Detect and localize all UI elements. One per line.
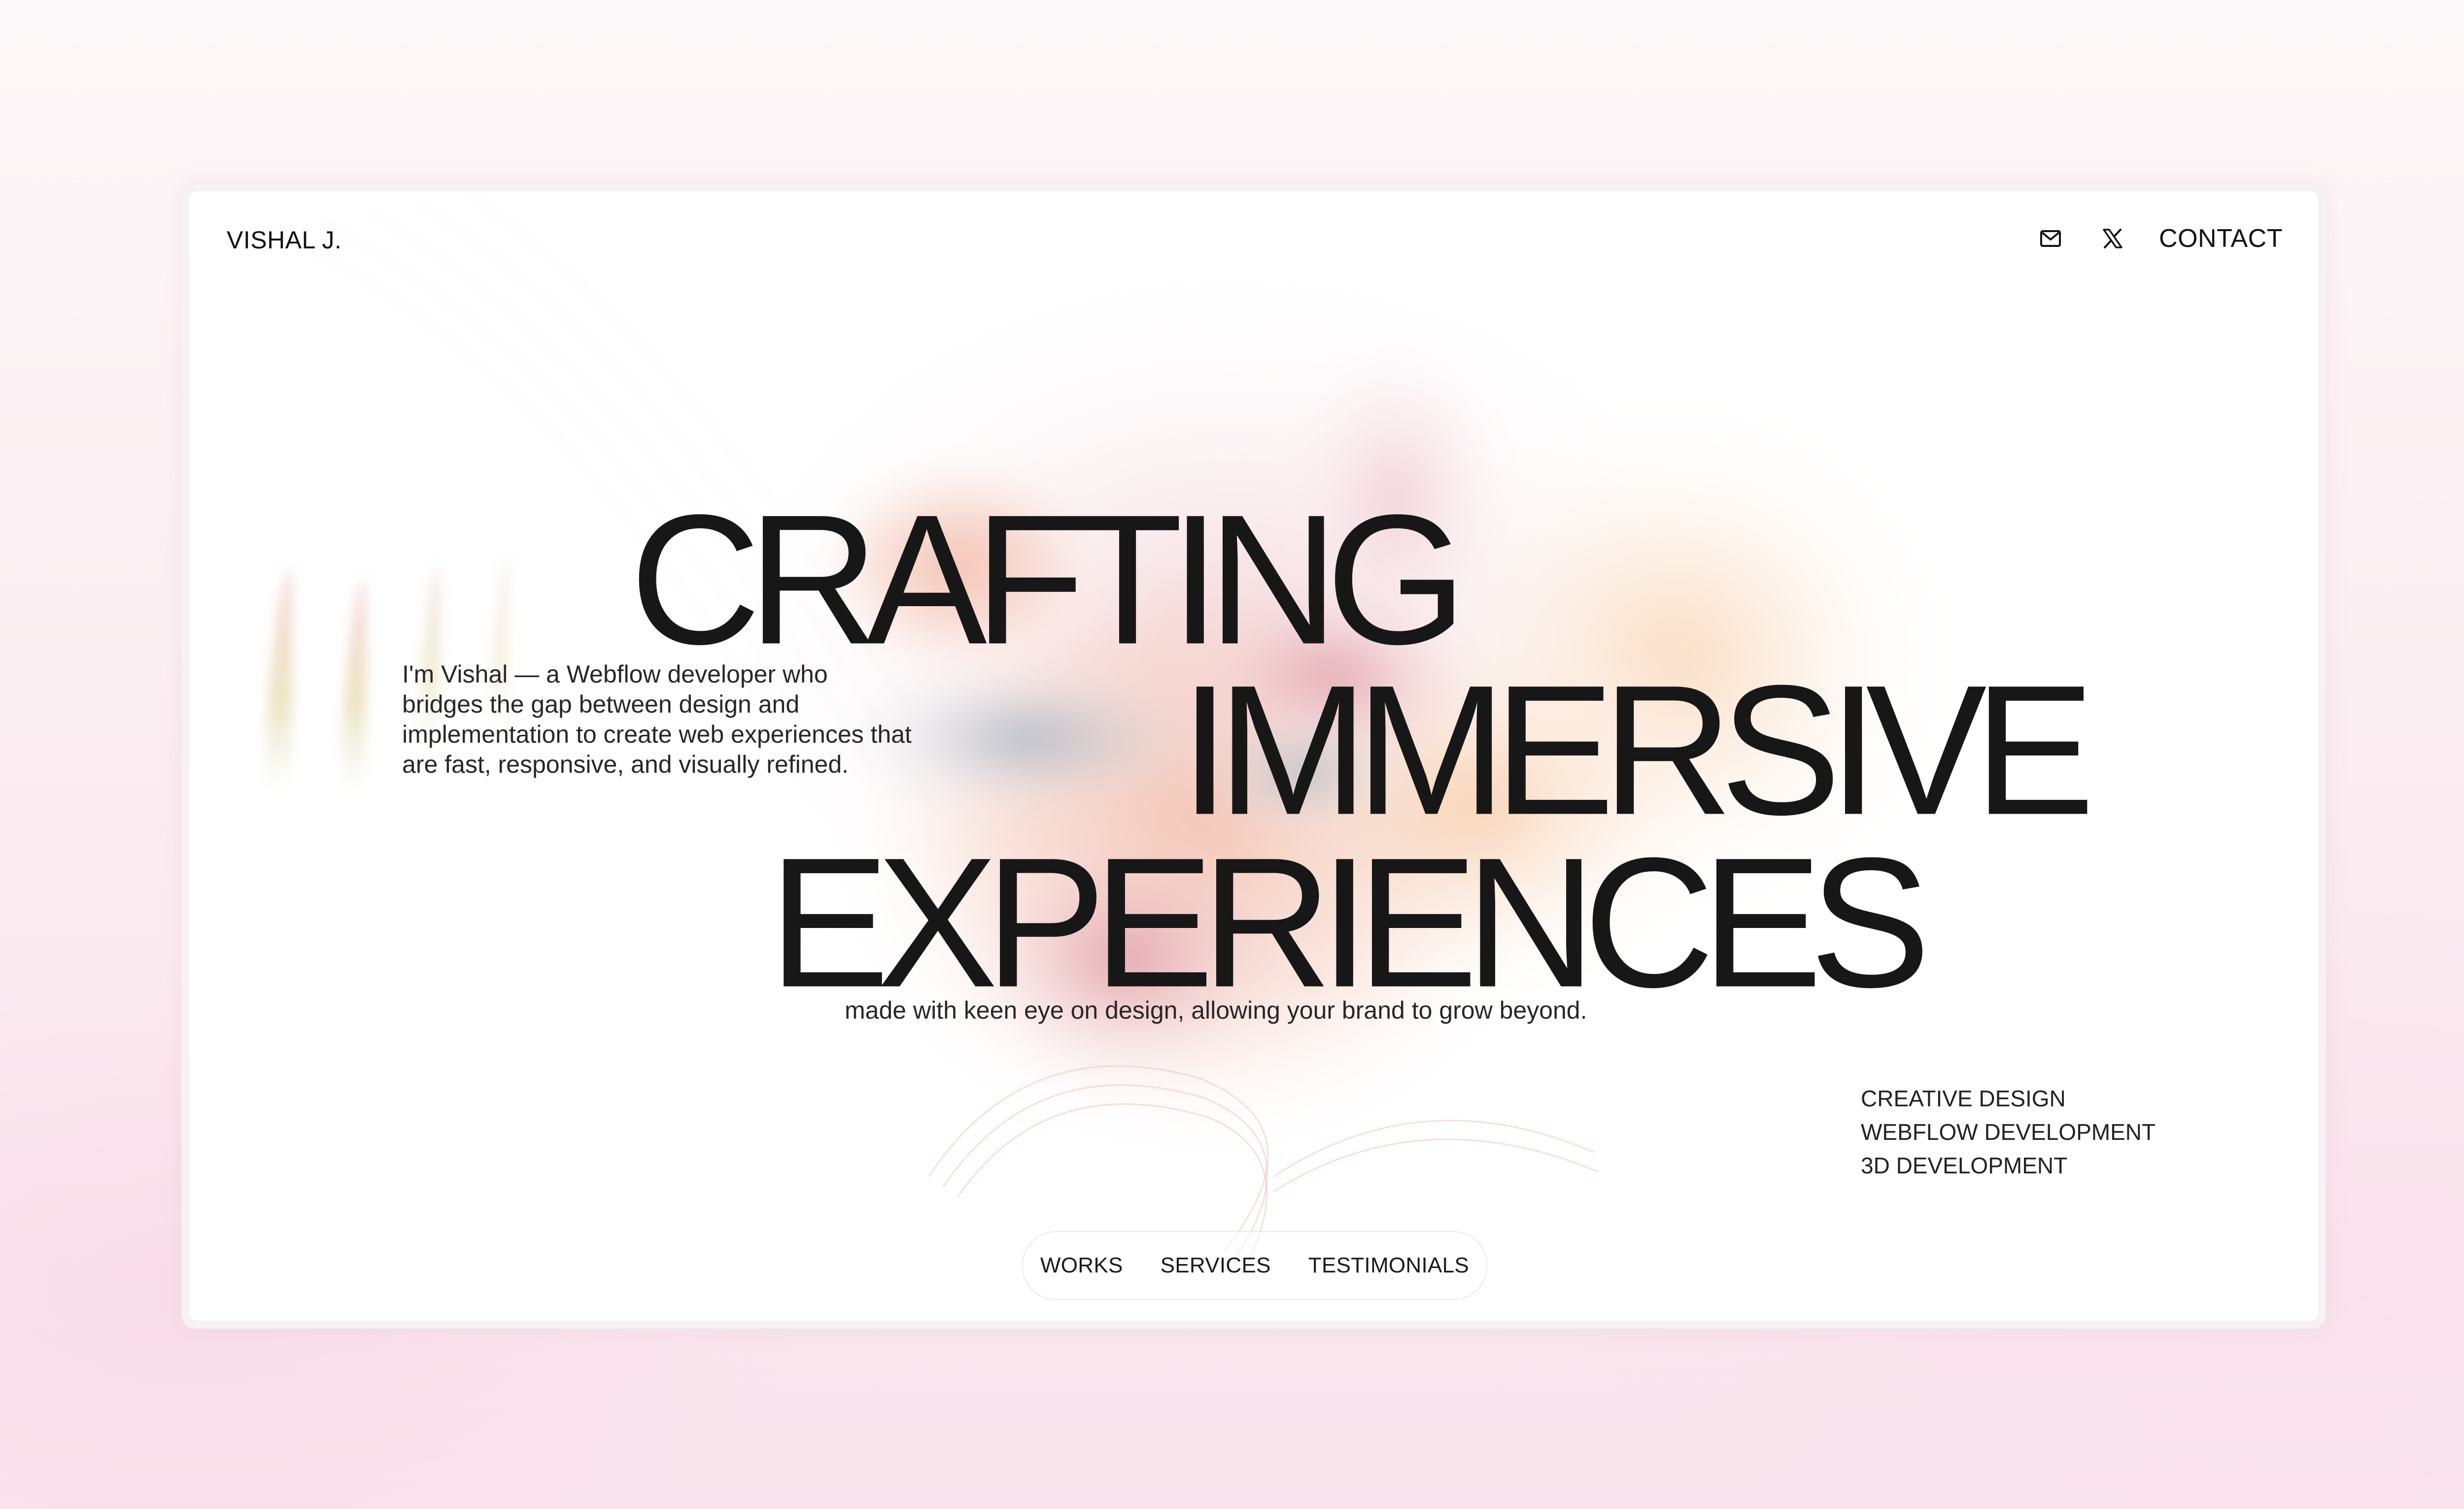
x-twitter-icon[interactable] — [2097, 223, 2128, 254]
nav-works[interactable]: WORKS — [1040, 1253, 1123, 1278]
mail-icon[interactable] — [2035, 223, 2066, 254]
site-logo[interactable]: VISHAL J. — [227, 226, 342, 254]
nav-testimonials[interactable]: TESTIMONIALS — [1308, 1253, 1469, 1278]
nav-services[interactable]: SERVICES — [1161, 1253, 1271, 1278]
browser-frame: VISHAL J. CONTACT I'm Vishal — a Webflow… — [181, 183, 2326, 1329]
header-actions: CONTACT — [2035, 223, 2283, 254]
service-item-webflow-development: WEBFLOW DEVELOPMENT — [1861, 1119, 2156, 1145]
hero-heading-line-3: EXPERIENCES — [769, 819, 1931, 1026]
service-item-3d-development: 3D DEVELOPMENT — [1861, 1153, 2068, 1178]
hero-card: VISHAL J. CONTACT I'm Vishal — a Webflow… — [189, 191, 2318, 1321]
hero-heading-line-1: CRAFTING — [630, 476, 1467, 683]
hero-tagline: made with keen eye on design, allowing y… — [845, 996, 1587, 1024]
services-list: CREATIVE DESIGN WEBFLOW DEVELOPMENT 3D D… — [1861, 1082, 2156, 1182]
service-item-creative-design: CREATIVE DESIGN — [1861, 1086, 2066, 1111]
hero-heading-line-2: IMMERSIVE — [1180, 646, 2095, 854]
contact-link[interactable]: CONTACT — [2159, 224, 2283, 253]
bottom-nav-pill: WORKS SERVICES TESTIMONIALS — [1022, 1231, 1487, 1300]
